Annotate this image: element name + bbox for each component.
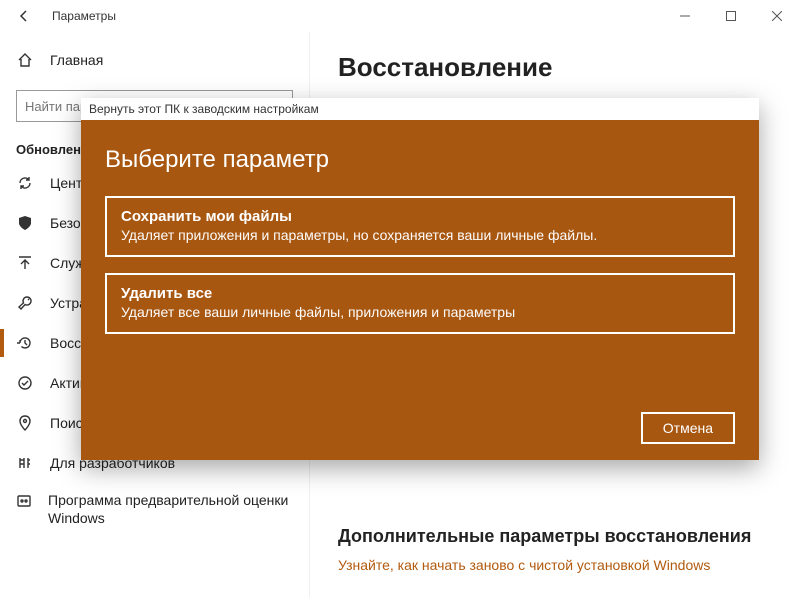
insider-icon xyxy=(16,491,32,509)
sidebar-home-label: Главная xyxy=(50,52,103,68)
modal-heading: Выберите параметр xyxy=(105,146,735,174)
option-remove-all-desc: Удаляет все ваши личные файлы, приложени… xyxy=(121,304,719,320)
maximize-icon xyxy=(726,11,736,21)
maximize-button[interactable] xyxy=(708,0,754,32)
modal-titlebar: Вернуть этот ПК к заводским настройкам xyxy=(81,98,759,120)
window-title: Параметры xyxy=(48,9,116,23)
minimize-button[interactable] xyxy=(662,0,708,32)
titlebar: Параметры xyxy=(0,0,800,32)
sidebar-home[interactable]: Главная xyxy=(0,40,309,80)
page-title: Восстановление xyxy=(338,52,772,83)
reset-modal: Вернуть этот ПК к заводским настройкам В… xyxy=(81,98,759,460)
option-keep-files[interactable]: Сохранить мои файлы Удаляет приложения и… xyxy=(105,196,735,257)
sidebar-item-insider[interactable]: Программа предварительной оценки Windows xyxy=(0,483,309,535)
location-icon xyxy=(16,415,34,431)
cancel-button[interactable]: Отмена xyxy=(641,412,735,444)
section-advanced-title: Дополнительные параметры восстановления xyxy=(338,526,772,547)
home-icon xyxy=(16,52,34,68)
minimize-icon xyxy=(680,11,690,21)
wrench-icon xyxy=(16,295,34,311)
option-remove-all[interactable]: Удалить все Удаляет все ваши личные файл… xyxy=(105,273,735,334)
back-button[interactable] xyxy=(0,0,48,32)
modal-title: Вернуть этот ПК к заводским настройкам xyxy=(89,102,319,116)
close-button[interactable] xyxy=(754,0,800,32)
option-keep-files-title: Сохранить мои файлы xyxy=(121,208,719,225)
fresh-start-link[interactable]: Узнайте, как начать заново с чистой уста… xyxy=(338,557,710,573)
option-keep-files-desc: Удаляет приложения и параметры, но сохра… xyxy=(121,227,719,243)
backup-icon xyxy=(16,255,34,271)
sidebar-item-label: Программа предварительной оценки Windows xyxy=(48,491,293,527)
close-icon xyxy=(772,11,782,21)
option-remove-all-title: Удалить все xyxy=(121,285,719,302)
history-icon xyxy=(16,335,34,351)
key-icon xyxy=(16,375,34,391)
arrow-left-icon xyxy=(16,8,32,24)
developer-icon xyxy=(16,455,34,471)
sync-icon xyxy=(16,175,34,191)
shield-icon xyxy=(16,215,34,231)
